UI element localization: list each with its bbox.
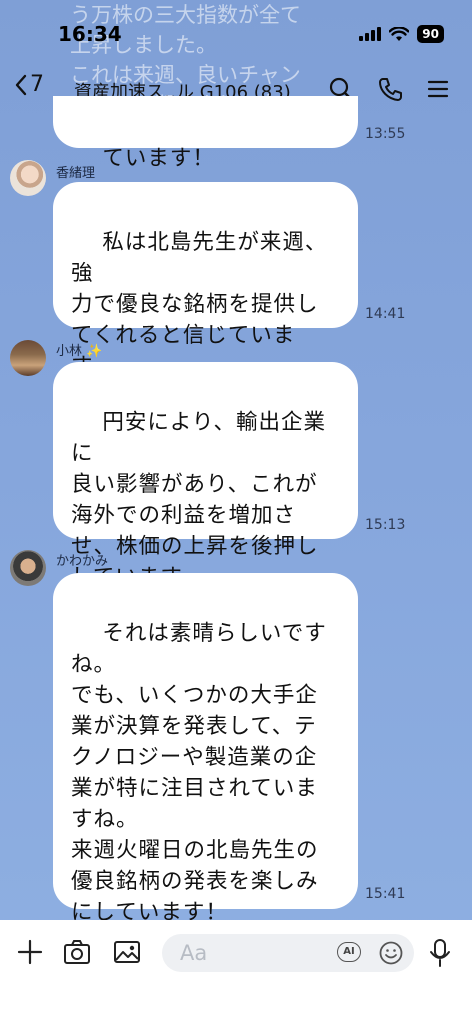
battery-icon: 90 — [417, 25, 444, 43]
message-bubble[interactable]: 私は北島先生が来週、強 力で優良な銘柄を提供し てくれると信じていま す。 — [53, 182, 358, 379]
plus-icon[interactable] — [17, 938, 43, 966]
message-text: ています！ — [102, 146, 215, 171]
status-icons: 90 — [359, 25, 444, 43]
sender-name: 小林 ✨ — [56, 344, 103, 359]
message-time: 15:13 — [365, 517, 406, 533]
message-bubble[interactable]: 円安により、輸出企業に 良い影響があり、これが 海外での利益を増加さ せ、株価の… — [53, 362, 358, 590]
message-text: それは素晴らしいです ね。 でも、いくつかの大手企 業が決算を発表して、テ クノ… — [71, 621, 327, 925]
avatar[interactable] — [10, 160, 46, 196]
camera-icon[interactable] — [63, 938, 91, 966]
microphone-icon[interactable] — [428, 938, 452, 968]
composer-bar: Aa AI — [0, 920, 472, 1024]
message-bubble[interactable]: それは素晴らしいです ね。 でも、いくつかの大手企 業が決算を発表して、テ クノ… — [53, 573, 358, 925]
back-count: 7 — [30, 72, 44, 97]
message-time: 15:41 — [365, 886, 406, 902]
avatar[interactable] — [10, 340, 46, 376]
back-button[interactable]: 7 — [14, 72, 44, 97]
chevron-left-icon — [15, 74, 27, 95]
phone-icon[interactable] — [377, 76, 403, 102]
sender-name: かわかみ — [56, 554, 109, 569]
message-bubble[interactable]: ています！ — [53, 96, 358, 171]
status-time: 16:34 — [58, 22, 122, 46]
avatar[interactable] — [10, 550, 46, 586]
image-icon[interactable] — [113, 938, 141, 966]
ai-icon[interactable]: AI — [337, 942, 361, 962]
message-time: 13:55 — [365, 126, 406, 142]
message-time: 14:41 — [365, 306, 406, 322]
message-text: 私は北島先生が来週、強 力で優良な銘柄を提供し てくれると信じていま す。 — [71, 230, 328, 379]
message-text: 円安により、輸出企業に 良い影響があり、これが 海外での利益を増加さ せ、株価の… — [71, 410, 327, 590]
message-input[interactable]: Aa AI — [162, 934, 414, 972]
cellular-signal-icon — [359, 27, 382, 41]
emoji-icon[interactable] — [378, 940, 404, 966]
sender-name: 香緒理 — [56, 166, 96, 181]
wifi-icon — [389, 26, 410, 41]
input-placeholder: Aa — [180, 941, 208, 965]
menu-icon[interactable] — [426, 76, 450, 102]
status-bar: 16:34 90 — [0, 0, 472, 62]
